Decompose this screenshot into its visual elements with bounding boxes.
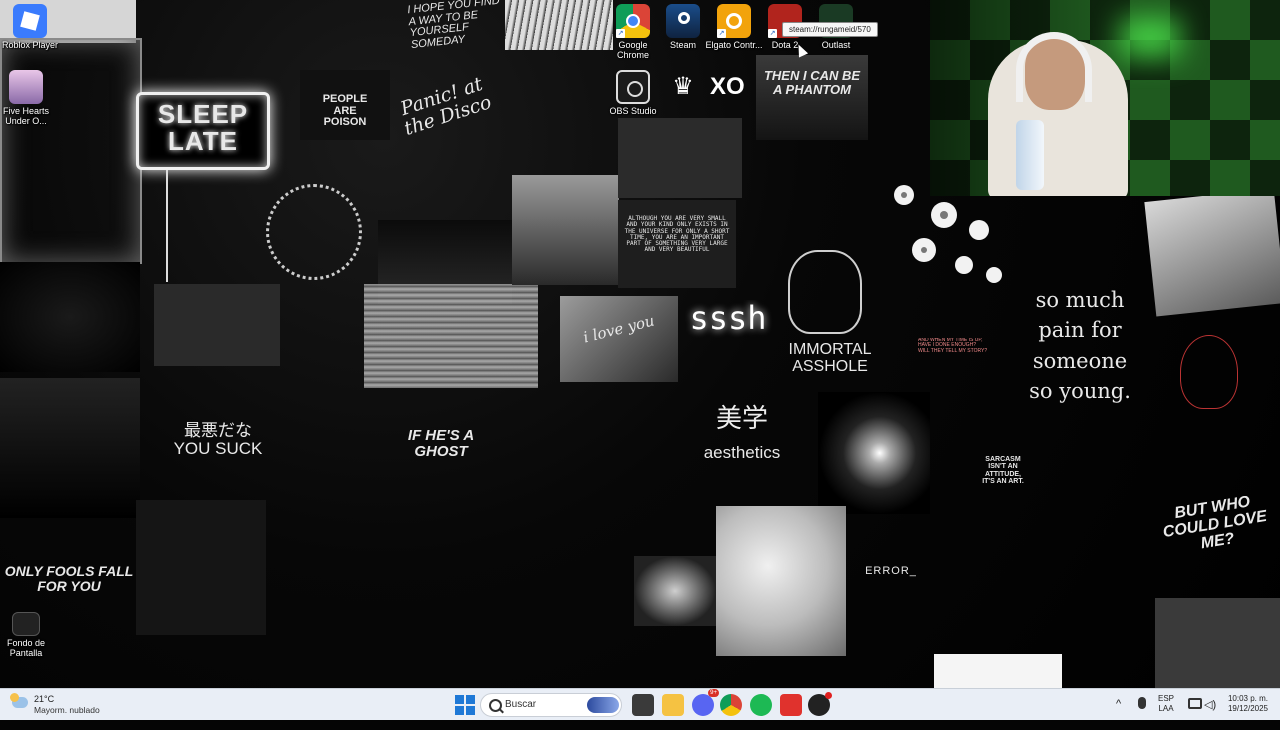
wallpaper-girl-sketch	[136, 500, 266, 635]
search-box[interactable]: Buscar	[480, 693, 622, 717]
wallpaper-ferris-wheel	[266, 184, 362, 280]
clock[interactable]: 10:03 p. m. 19/12/2025	[1222, 694, 1268, 726]
wallpaper-silhouette	[512, 175, 619, 285]
shortcut-arrow-icon: ↗	[717, 29, 726, 38]
search-highlight-image	[587, 697, 619, 713]
obs-taskbar-icon[interactable]	[808, 692, 832, 716]
wallpaper-sleep-late: SLEEP LATE	[136, 92, 270, 170]
wallpaper-photo	[154, 284, 280, 366]
desktop-icon-label: Five Hearts Under O...	[2, 106, 49, 127]
windows-logo-icon	[466, 695, 475, 704]
wallpaper-small-quote: AND WHEN MY TIME IS UP, HAVE I DONE ENOU…	[918, 338, 988, 354]
crown-icon: ♛	[672, 73, 694, 100]
wallpaper-immortal: IMMORTAL ASSHOLE	[788, 341, 872, 375]
desktop-icon-label: Roblox Player	[1, 40, 59, 50]
start-button[interactable]	[454, 694, 476, 716]
five-hearts-icon	[9, 70, 43, 104]
windows-logo-icon	[455, 695, 464, 704]
clock-date: 19/12/2025	[1227, 704, 1268, 713]
desktop-icon-five-hearts[interactable]: Five Hearts Under O...	[0, 70, 56, 127]
windows-logo-icon	[455, 706, 464, 715]
microphone-icon[interactable]	[1138, 697, 1146, 709]
wallpaper-note: ALTHOUGH YOU ARE VERY SMALL AND YOUR KIN…	[618, 200, 736, 288]
taskbar: 21°C Mayorm. nublado Buscar 9+ ^ ESP LAA…	[0, 688, 1280, 720]
wallpaper-skeleton	[166, 170, 224, 282]
shortcut-arrow-icon: ↗	[768, 29, 777, 38]
search-icon	[489, 699, 502, 712]
desktop-icon-label: OBS Studio	[609, 106, 657, 116]
wallpaper-i-love-you: i love you	[560, 296, 678, 382]
wallpaper-error: ERROR_	[865, 565, 917, 577]
wallpaper-skull	[788, 250, 862, 334]
wallpaper-hope-text: I HOPE YOU FIND A WAY TO BE YOURSELF SOM…	[406, 0, 501, 48]
wallpaper-window	[634, 556, 716, 626]
clock-time: 10:03 p. m.	[1227, 694, 1268, 703]
steam-icon	[666, 4, 700, 38]
wallpaper-static	[364, 284, 538, 388]
desktop-icon-wallpaper[interactable]: Fondo de Pantalla	[0, 612, 56, 659]
recording-indicator-icon	[825, 692, 832, 699]
wallpaper-fireworks	[818, 392, 930, 514]
search-placeholder: Buscar	[505, 699, 537, 710]
water-bottle	[1016, 120, 1044, 190]
elgato-icon: ↗	[717, 4, 751, 38]
wallpaper-photo	[934, 654, 1062, 688]
wallpaper-building	[0, 378, 140, 518]
shortcut-arrow-icon: ↗	[616, 29, 625, 38]
keyboard-layout: LAA	[1158, 704, 1174, 713]
wallpaper-moon-stars	[0, 262, 140, 372]
weather-temp: 21°C	[34, 694, 55, 704]
wallpaper-photo	[505, 0, 613, 50]
wallpaper-you-suck: 最悪だな YOU SUCK	[173, 422, 263, 458]
wallpaper-panic-disco: Panic! at the Disco	[397, 75, 495, 140]
task-view-button[interactable]	[632, 694, 654, 716]
tooltip: steam://rungameid/570	[782, 22, 878, 37]
headset-icon	[1016, 32, 1092, 102]
wallpaper-heart	[1180, 335, 1238, 409]
kanji-text: 美学	[715, 403, 768, 433]
tray-chevron-icon[interactable]: ^	[1116, 698, 1121, 730]
wallpaper-sssh: sssh	[689, 300, 767, 337]
wallpaper-polaroids	[1144, 188, 1280, 317]
notification-badge: 9+	[708, 689, 719, 697]
wallpaper-ghost: IF HE'S A GHOST	[407, 427, 475, 460]
weather-condition: Mayorm. nublado	[34, 705, 100, 715]
webcam-light	[1120, 18, 1180, 58]
file-explorer-icon[interactable]	[662, 694, 684, 716]
wallpaper-neon-sign	[1155, 598, 1280, 688]
wallpaper-file-icon	[12, 612, 40, 636]
wallpaper-only-fools: ONLY FOOLS FALL FOR YOU	[4, 563, 134, 594]
language-code: ESP	[1158, 694, 1175, 703]
xo-icon: XO	[710, 73, 745, 100]
wallpaper-pain-quote: so much pain for someone so young.	[1029, 288, 1131, 404]
spotify-icon[interactable]	[750, 694, 772, 716]
obs-icon	[616, 70, 650, 104]
anydesk-icon[interactable]	[780, 694, 802, 716]
wallpaper-but-who: BUT WHO COULD LOVE ME?	[1161, 496, 1268, 552]
roblox-icon	[13, 4, 47, 38]
wallpaper-sarcasm: SARCASM ISN'T AN ATTITUDE, IT'S AN ART.	[982, 456, 1024, 486]
desktop-icon-label: Fondo de Pantalla	[6, 638, 46, 659]
discord-icon[interactable]: 9+	[692, 689, 719, 716]
wallpaper-aesthetics: 美学 aesthetics	[690, 398, 794, 466]
windows-logo-icon	[466, 706, 475, 715]
volume-icon[interactable]: ◁)	[1204, 698, 1216, 730]
wallpaper-phantom: THEN I CAN BE A PHANTOM	[756, 55, 868, 140]
chrome-icon: ↗	[616, 4, 650, 38]
desktop-icon-roblox[interactable]: Roblox Player	[0, 4, 60, 50]
chrome-taskbar-icon[interactable]	[720, 694, 742, 716]
desktop-icon-xo[interactable]: XO	[697, 70, 757, 104]
wallpaper-bart	[618, 118, 742, 198]
wallpaper-people-poison: PEOPLE ARE POISON	[300, 70, 390, 140]
desktop-icon-label: Outlast	[821, 40, 851, 50]
webcam-overlay	[930, 0, 1280, 196]
wallpaper-bubbles	[716, 506, 846, 656]
network-icon[interactable]	[1188, 698, 1202, 709]
language-indicator[interactable]: ESP LAA	[1158, 694, 1174, 726]
weather-widget[interactable]: 21°C Mayorm. nublado	[8, 689, 148, 721]
weather-cloud-icon	[10, 693, 28, 708]
